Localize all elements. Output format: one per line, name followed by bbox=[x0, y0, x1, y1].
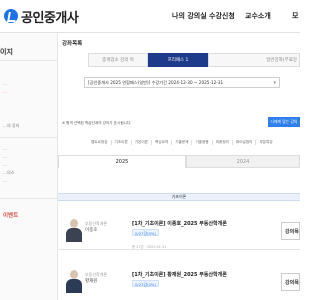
sidebar-item-active[interactable]: … bbox=[3, 89, 7, 94]
package-select-value: [공인중개사 2025 연합패스(일반)] 수강기간 2024-12-30 ~ … bbox=[88, 80, 224, 85]
sidebar-divider bbox=[0, 198, 58, 199]
lecture-row: 부동산학개론 이종호 [1차_기초이론] 이종호_2025 부동산학개론 0/2… bbox=[58, 214, 300, 250]
page-title: 강좌목록 bbox=[62, 41, 83, 47]
category-item[interactable]: 맵트르정강 bbox=[88, 139, 112, 145]
year-tab-2024[interactable]: 2024 bbox=[186, 155, 300, 168]
logo-text: 공인중개사 bbox=[21, 10, 79, 26]
sidebar-item[interactable]: …의스 bbox=[3, 170, 14, 176]
header: 공인중개사 나의 강의실 수강신청 교수소개 모 bbox=[0, 0, 300, 33]
lecture-progress-badge: 0/27강(0%) bbox=[132, 229, 160, 236]
sidebar-item[interactable]: … bbox=[3, 146, 7, 151]
recommend-course-button[interactable]: 나에게 맞는 강의 bbox=[268, 117, 300, 127]
category-filter-bar: 맵트르정강 기초이론 기본이론 핵심요약 기출문제 기출응용 최종정리 파이널정… bbox=[88, 137, 300, 147]
category-item[interactable]: 최종정리 bbox=[213, 139, 233, 145]
sidebar: 이지 … … …의 강의 … … … …의스 … 이벤트 bbox=[0, 33, 58, 300]
chevron-down-icon: ▾ bbox=[273, 80, 276, 86]
nav-professors[interactable]: 교수소개 bbox=[245, 11, 271, 21]
sidebar-divider bbox=[0, 137, 58, 138]
sidebar-item[interactable]: …의 강의 bbox=[3, 123, 19, 129]
category-item[interactable]: 기출문제 bbox=[172, 139, 193, 145]
sidebar-item[interactable]: … bbox=[3, 178, 7, 183]
lecture-teacher: 이종호 bbox=[85, 228, 98, 233]
sidebar-event-link[interactable]: 이벤트 bbox=[3, 211, 18, 219]
lecture-list-button[interactable]: 강의목 bbox=[281, 273, 300, 291]
category-item[interactable]: 파이널정리 bbox=[233, 139, 257, 145]
teacher-avatar bbox=[65, 269, 83, 293]
year-tab-2025[interactable]: 2025 bbox=[58, 155, 186, 168]
tab-agency-course[interactable]: 종개업소 강의 목 bbox=[88, 53, 148, 67]
nav-enrollment[interactable]: 수강신청 bbox=[209, 11, 235, 21]
category-item[interactable]: 기출응용 bbox=[192, 139, 213, 145]
category-item[interactable]: 기본이론 bbox=[132, 139, 152, 145]
nav-my-classroom[interactable]: 나의 강의실 bbox=[172, 11, 207, 21]
tab-freepass[interactable]: 프리패스 1 bbox=[148, 53, 208, 67]
nav-more[interactable]: 모 bbox=[292, 11, 298, 21]
sidebar-item[interactable]: … bbox=[3, 81, 7, 86]
sidebar-title: 이지 bbox=[0, 48, 13, 56]
category-item[interactable]: 부분특강 bbox=[256, 140, 275, 145]
lecture-teacher: 황재원 bbox=[85, 279, 98, 284]
lecture-title[interactable]: [1차_기초이론] 이종호_2025 부동산학개론 bbox=[132, 220, 227, 227]
logo-icon bbox=[4, 9, 18, 23]
category-item[interactable]: 기초이론 bbox=[112, 139, 132, 145]
lecture-list-button[interactable]: 강의목 bbox=[281, 222, 300, 240]
tab-general-course[interactable]: 일반강좌(무료강 bbox=[208, 53, 300, 67]
notice-text: ※ 원격 선택된 학습단계의 강의가 표시됩니다. bbox=[62, 121, 132, 125]
lecture-title[interactable]: [1차_기초이론] 황재원_2025 부동산학개론 bbox=[132, 271, 227, 278]
section-header: 기초이론 bbox=[58, 193, 300, 201]
lecture-row: 부동산학개론 황재원 [1차_기초이론] 황재원_2025 부동산학개론 0/2… bbox=[58, 265, 300, 300]
sidebar-divider bbox=[0, 60, 58, 61]
lecture-meta: 총 27강 · 2025.01.31 bbox=[132, 245, 167, 249]
package-select[interactable]: [공인중개사 2025 연합패스(일반)] 수강기간 2024-12-30 ~ … bbox=[84, 77, 280, 88]
logo[interactable]: 공인중개사 bbox=[4, 5, 79, 27]
main-content: 강좌목록 종개업소 강의 목 프리패스 1 일반강좌(무료강 [공인중개사 20… bbox=[58, 33, 300, 300]
sidebar-item[interactable]: … bbox=[3, 154, 7, 159]
teacher-avatar bbox=[65, 218, 83, 242]
sidebar-item[interactable]: … bbox=[3, 162, 7, 167]
lecture-progress-badge: 0/27강(0%) bbox=[132, 280, 160, 287]
category-item[interactable]: 핵심요약 bbox=[152, 139, 173, 145]
